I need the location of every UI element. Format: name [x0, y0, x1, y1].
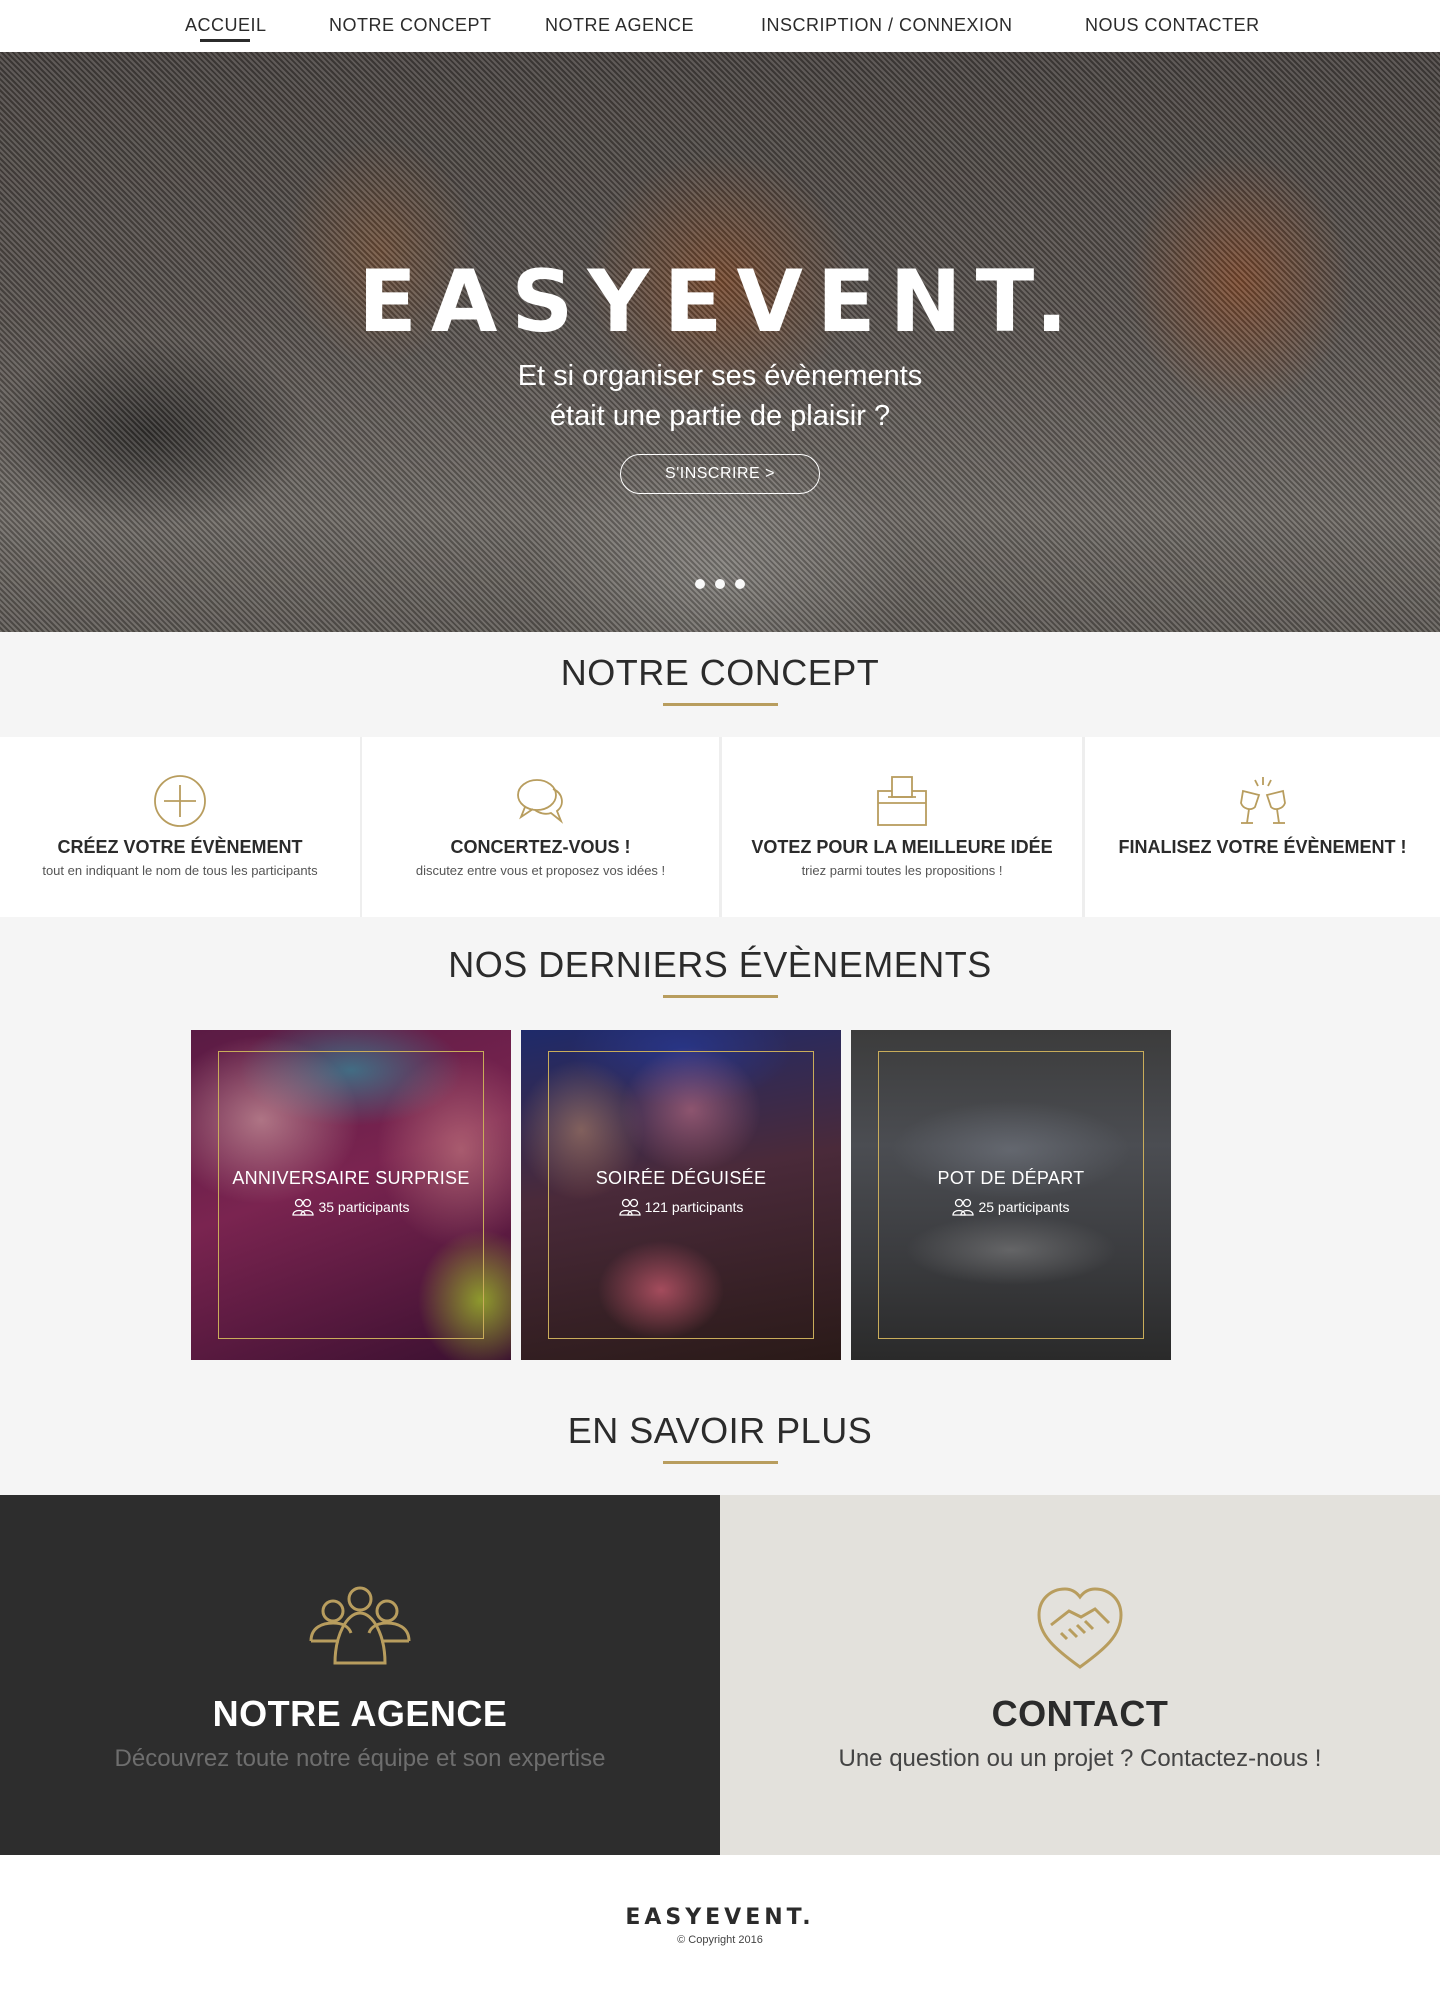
- concept-card-finalize: FINALISEZ VOTRE ÉVÈNEMENT !: [1085, 737, 1440, 917]
- concept-card-desc: tout en indiquant le nom de tous les par…: [42, 863, 318, 878]
- concept-card-title: VOTEZ POUR LA MEILLEURE IDÉE: [751, 837, 1053, 857]
- agence-panel-text: Découvrez toute notre équipe et son expe…: [114, 1745, 606, 1772]
- concept-card-title: CONCERTEZ-VOUS !: [450, 837, 631, 857]
- concept-card-create: CRÉEZ VOTRE ÉVÈNEMENT tout en indiquant …: [0, 737, 360, 917]
- top-navigation: ACCUEIL NOTRE CONCEPT NOTRE AGENCE INSCR…: [0, 0, 1440, 52]
- agence-panel-title: NOTRE AGENCE: [212, 1693, 508, 1734]
- concept-card-concert: CONCERTEZ-VOUS ! discutez entre vous et …: [362, 737, 719, 917]
- hero-title: EASYEVENT.: [358, 252, 1082, 352]
- ballot-box-icon: [877, 776, 927, 826]
- nav-inscription-connexion[interactable]: INSCRIPTION / CONNEXION: [761, 15, 1013, 36]
- nav-nous-contacter[interactable]: NOUS CONTACTER: [1085, 15, 1260, 36]
- toast-glasses-icon: [1239, 777, 1286, 824]
- event-card-frame: [878, 1051, 1144, 1339]
- contact-panel-text: Une question ou un projet ? Contactez-no…: [838, 1745, 1322, 1772]
- plus-circle-icon: [154, 775, 206, 827]
- footer-copyright: © Copyright 2016: [677, 1934, 763, 1946]
- event-participants-count: 25 participants: [978, 1199, 1070, 1215]
- slider-dot-1[interactable]: [695, 579, 705, 589]
- event-participants-count: 121 participants: [644, 1199, 744, 1215]
- concept-card-desc: discutez entre vous et proposez vos idée…: [415, 863, 666, 878]
- hero-subtitle-line-2: était une partie de plaisir ?: [549, 400, 891, 432]
- agence-panel[interactable]: NOTRE AGENCE Découvrez toute notre équip…: [0, 1495, 720, 1855]
- more-title-rule: [663, 1461, 778, 1464]
- participants-icon: [618, 1198, 641, 1216]
- team-icon: [309, 1586, 411, 1665]
- event-name: POT DE DÉPART: [937, 1168, 1085, 1188]
- event-card-soiree[interactable]: SOIRÉE DÉGUISÉE 121 participants: [521, 1030, 841, 1360]
- concept-card-desc: triez parmi toutes les propositions !: [801, 863, 1003, 878]
- hero-subtitle: Et si organiser ses évènements était une…: [420, 356, 1020, 436]
- event-name: ANNIVERSAIRE SURPRISE: [232, 1168, 470, 1188]
- participants-icon: [952, 1198, 975, 1216]
- hero-banner: EASYEVENT. Et si organiser ses évènement…: [0, 52, 1440, 632]
- concept-cards: CRÉEZ VOTRE ÉVÈNEMENT tout en indiquant …: [0, 737, 1440, 917]
- concept-card-title: CRÉEZ VOTRE ÉVÈNEMENT: [57, 837, 303, 857]
- contact-panel-title: CONTACT: [991, 1693, 1169, 1734]
- nav-accueil[interactable]: ACCUEIL: [185, 15, 267, 36]
- event-participants: 25 participants: [851, 1198, 1171, 1216]
- slider-dots: [690, 579, 750, 591]
- nav-active-indicator: [200, 39, 250, 42]
- contact-panel[interactable]: CONTACT Une question ou un projet ? Cont…: [720, 1495, 1440, 1855]
- events-title-rule: [663, 995, 778, 998]
- concept-card-title: FINALISEZ VOTRE ÉVÈNEMENT !: [1118, 837, 1407, 857]
- nav-notre-concept[interactable]: NOTRE CONCEPT: [329, 15, 492, 36]
- slider-dot-3[interactable]: [735, 579, 745, 589]
- nav-notre-agence[interactable]: NOTRE AGENCE: [545, 15, 694, 36]
- signup-button[interactable]: S'INSCRIRE >: [620, 454, 820, 494]
- footer-logo[interactable]: EASYEVENT.: [0, 1905, 1440, 1930]
- slider-dot-2[interactable]: [715, 579, 725, 589]
- event-card-anniversaire[interactable]: ANNIVERSAIRE SURPRISE 35 participants: [191, 1030, 511, 1360]
- event-card-pot-depart[interactable]: POT DE DÉPART 25 participants: [851, 1030, 1171, 1360]
- events-section-title: NOS DERNIERS ÉVÈNEMENTS: [448, 944, 992, 985]
- chat-bubbles-icon: [516, 779, 563, 824]
- concept-section-title: NOTRE CONCEPT: [560, 652, 880, 693]
- event-participants-count: 35 participants: [318, 1199, 410, 1215]
- event-name: SOIRÉE DÉGUISÉE: [595, 1168, 767, 1188]
- concept-title-rule: [663, 703, 778, 706]
- concept-card-vote: VOTEZ POUR LA MEILLEURE IDÉE triez parmi…: [722, 737, 1082, 917]
- hero-subtitle-line-1: Et si organiser ses évènements: [517, 360, 923, 392]
- event-participants: 35 participants: [191, 1198, 511, 1216]
- handshake-icon: [1037, 1587, 1123, 1669]
- event-participants: 121 participants: [521, 1198, 841, 1216]
- participants-icon: [292, 1198, 315, 1216]
- event-card-frame: [548, 1051, 814, 1339]
- more-section-title: EN SAVOIR PLUS: [567, 1410, 873, 1451]
- event-card-frame: [218, 1051, 484, 1339]
